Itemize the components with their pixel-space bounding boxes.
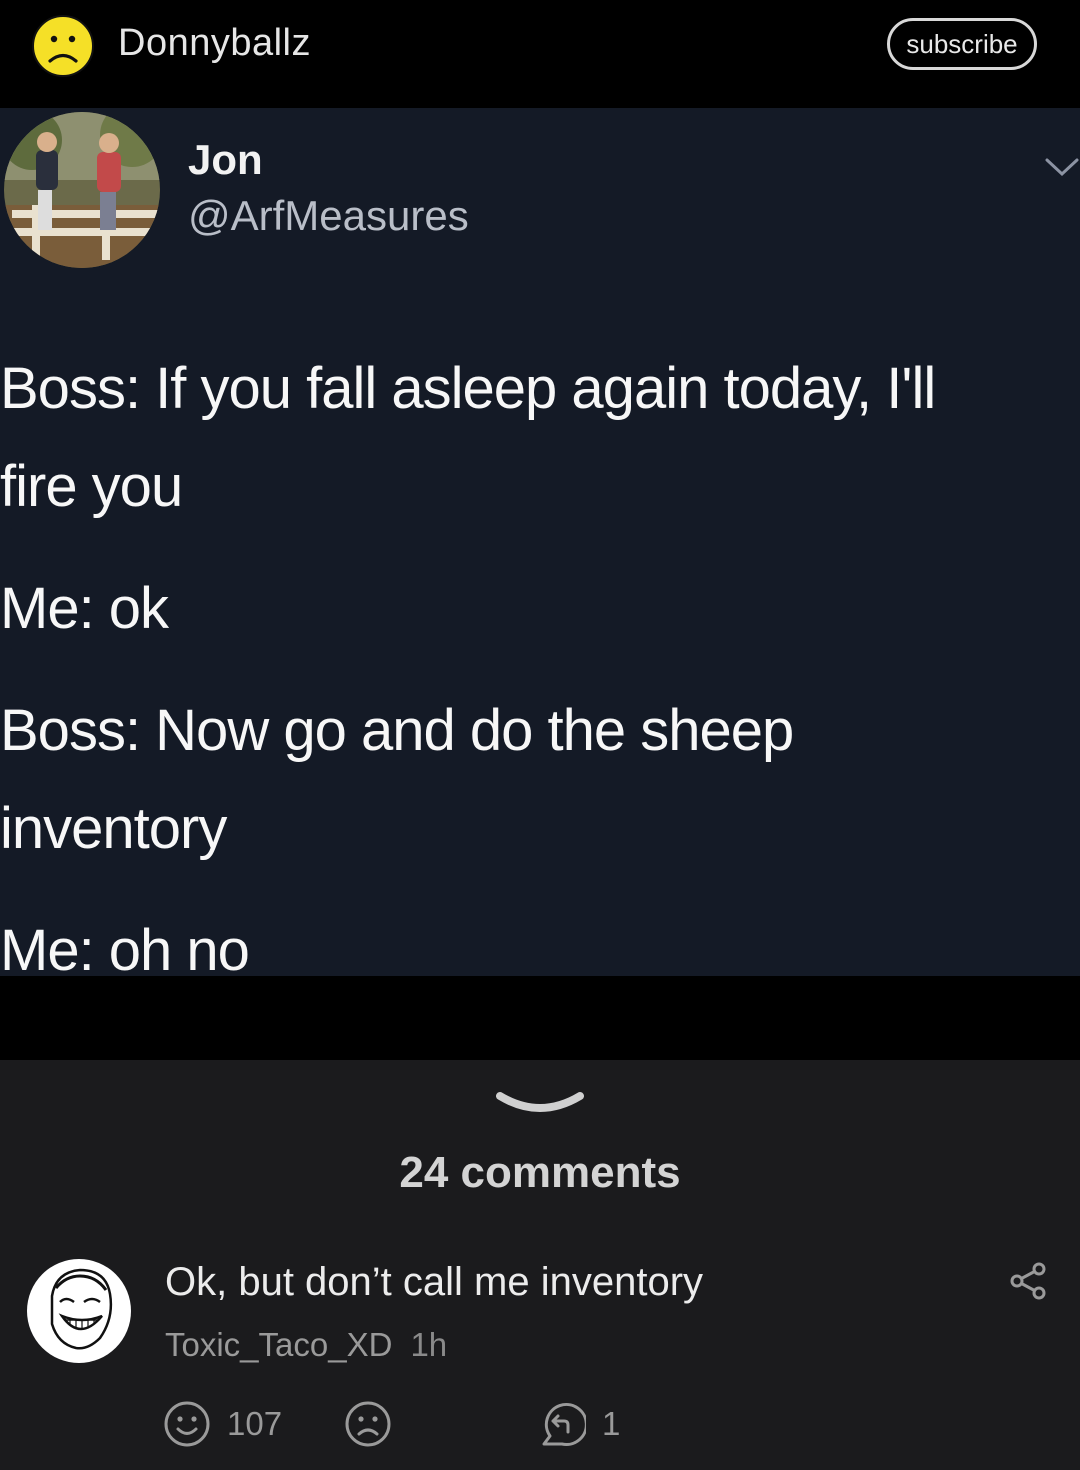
reply-button[interactable]: 1 [538,1400,620,1448]
comment-text: Ok, but don’t call me inventory [165,1260,704,1304]
comments-count: 24 comments [399,1148,681,1197]
tweet-image: Jon @ArfMeasures Boss: If you fall aslee… [0,108,1080,976]
comment-time: 1h [410,1326,448,1363]
tweet-text: Boss: If you fall asleep again today, I'… [0,340,1070,976]
tweet-line: Me: oh no [0,918,250,976]
tweet-line: Boss: Now go and do the sheep [0,698,794,763]
smile-icon [164,1401,210,1447]
tweet-line: Boss: If you fall asleep again today, I'… [0,356,936,421]
like-button[interactable]: 107 [163,1400,282,1448]
subscribe-button[interactable]: subscribe [887,18,1037,70]
tweet-line: fire you [0,454,183,519]
share-icon[interactable] [1010,1262,1046,1300]
comment-meta: Toxic_Taco_XD 1h [165,1326,447,1364]
reply-icon [542,1402,586,1446]
post-header: Donnyballz subscribe [0,0,1080,108]
tweet-author-handle: @ArfMeasures [188,192,469,239]
commenter-avatar[interactable] [26,1258,132,1364]
image-bottom-band [0,976,1080,1060]
tweet-line: inventory [0,796,227,861]
collapse-chevron-icon[interactable] [494,1088,586,1122]
tweet-avatar [4,112,160,268]
post-author-name[interactable]: Donnyballz [118,22,311,65]
tweet-author-name: Jon [188,136,263,183]
comments-section: 24 comments Ok, but don’t call me invent… [0,1060,1080,1470]
frown-icon [345,1401,391,1447]
chevron-down-icon [1045,158,1079,177]
comment-author[interactable]: Toxic_Taco_XD [165,1326,392,1363]
dislike-button[interactable] [344,1400,392,1448]
tweet-line: Me: ok [0,576,169,641]
like-count: 107 [227,1405,283,1442]
sad-face-icon[interactable] [31,14,95,78]
reply-count: 1 [602,1405,621,1442]
